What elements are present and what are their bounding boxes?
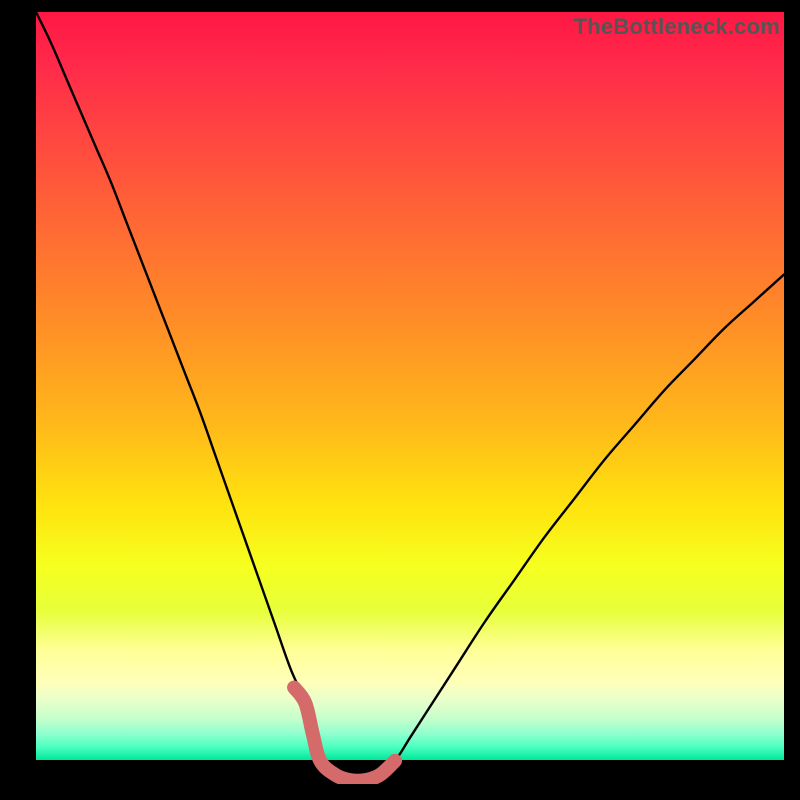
bottleneck-curve [36, 12, 784, 781]
curve-layer [36, 12, 784, 784]
watermark-text: TheBottleneck.com [574, 14, 780, 40]
chart-frame: TheBottleneck.com [0, 0, 800, 800]
plot-area [36, 12, 784, 784]
highlight-curve [294, 688, 395, 781]
